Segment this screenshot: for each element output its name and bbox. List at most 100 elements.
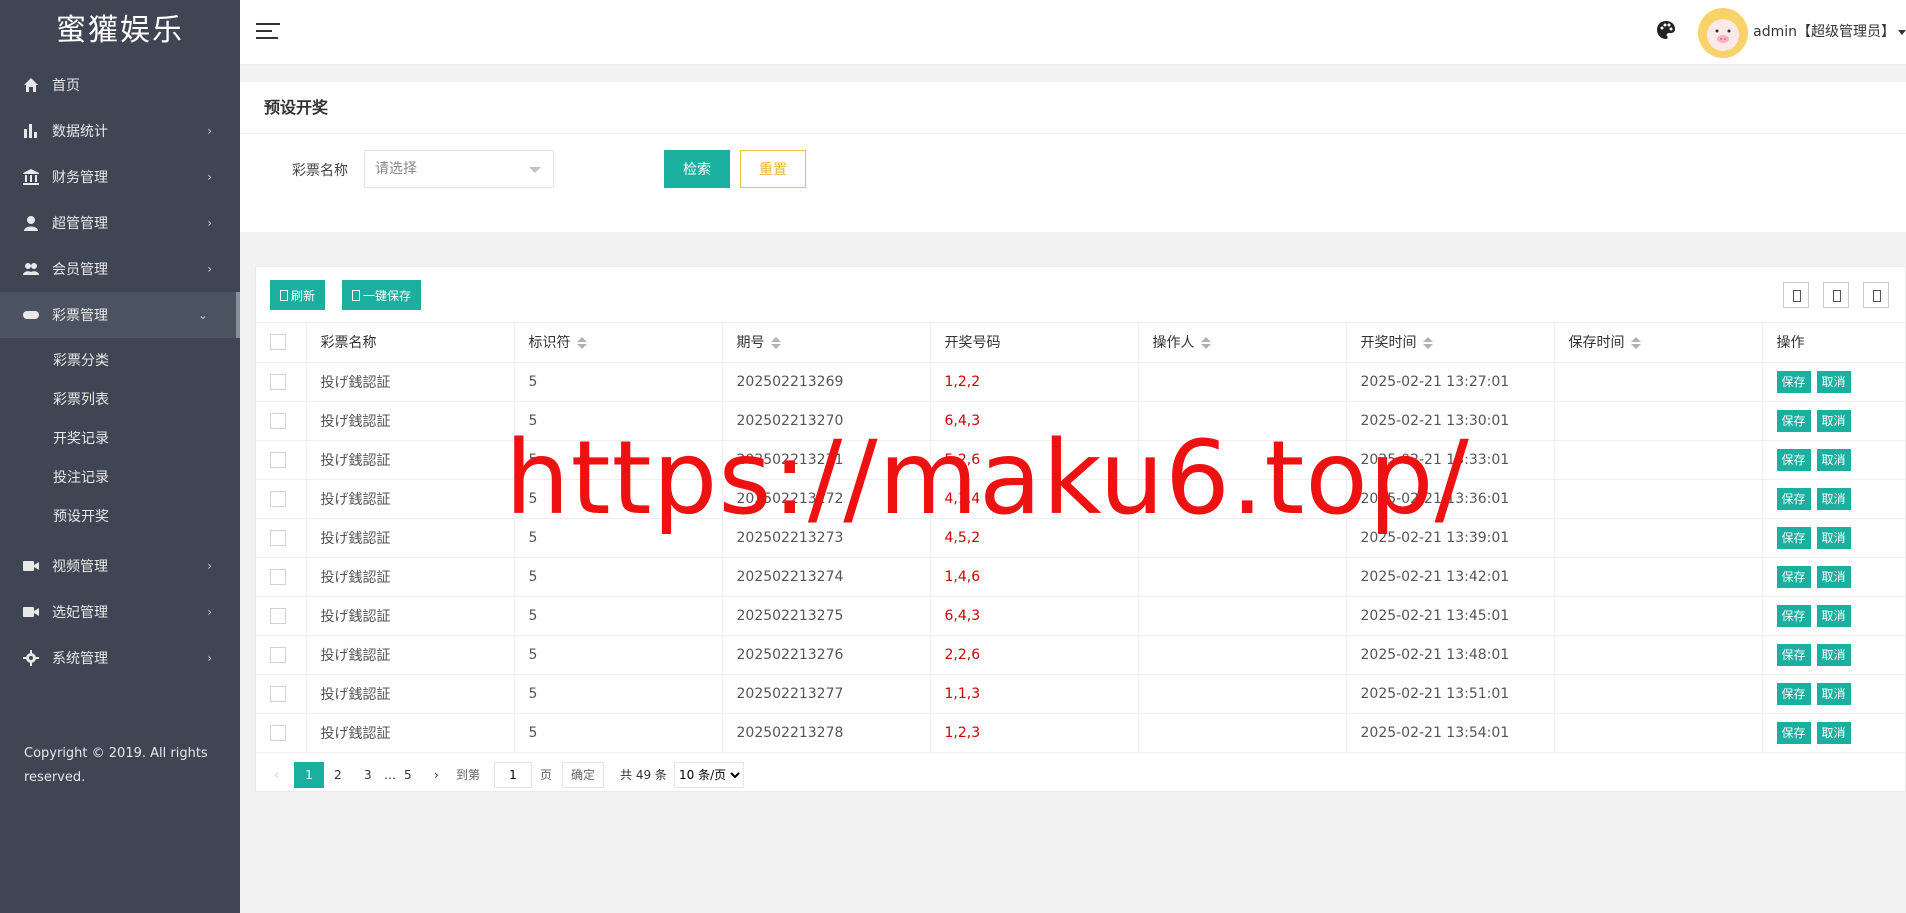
cell-draw-numbers[interactable]: 1,1,3 — [930, 674, 1139, 714]
row-save-button[interactable]: 保存 — [1776, 409, 1811, 432]
sidebar-item-selection[interactable]: 选妃管理 › — [0, 589, 240, 635]
row-checkbox[interactable] — [270, 529, 286, 546]
row-checkbox[interactable] — [270, 685, 286, 702]
sort-icon[interactable] — [770, 337, 781, 350]
user-icon — [22, 214, 40, 232]
goto-confirm-button[interactable]: 确定 — [562, 761, 605, 788]
cell-draw-numbers[interactable]: 6,4,3 — [930, 596, 1139, 636]
row-checkbox[interactable] — [270, 373, 286, 390]
row-checkbox[interactable] — [270, 646, 286, 663]
page-3[interactable]: 3 — [364, 762, 372, 788]
top-header: admin【超级管理员】 — [240, 0, 1906, 65]
sort-icon[interactable] — [576, 337, 587, 350]
lottery-submenu: 彩票分类 彩票列表 开奖记录 投注记录 预设开奖 — [0, 338, 240, 543]
sidebar-item-lottery[interactable]: 彩票管理 ⌄ — [0, 292, 240, 338]
sidebar-item-video[interactable]: 视频管理 › — [0, 543, 240, 589]
column-label: 操作 — [1776, 335, 1805, 352]
row-cancel-button[interactable]: 取消 — [1816, 721, 1851, 744]
lottery-name-select[interactable]: 请选择 — [364, 150, 554, 188]
page-2[interactable]: 2 — [334, 762, 342, 788]
row-save-button[interactable]: 保存 — [1776, 448, 1811, 471]
reset-button[interactable]: 重置 — [740, 150, 806, 188]
avatar[interactable] — [1698, 8, 1748, 58]
row-cancel-button[interactable]: 取消 — [1816, 643, 1851, 666]
sidebar-item-stats[interactable]: 数据统计 › — [0, 108, 240, 154]
page-size-select[interactable]: 10 条/页 — [674, 761, 744, 788]
row-save-button[interactable]: 保存 — [1776, 604, 1811, 627]
cell-draw-numbers[interactable]: 1,4,6 — [930, 557, 1139, 597]
submenu-lottery-category[interactable]: 彩票分类 — [0, 342, 240, 381]
save-all-button[interactable]: 一键保存 — [342, 280, 422, 310]
submenu-lottery-list[interactable]: 彩票列表 — [0, 381, 240, 420]
username: admin【超级管理员】 — [1753, 24, 1895, 40]
row-cancel-button[interactable]: 取消 — [1816, 370, 1851, 393]
row-cancel-button[interactable]: 取消 — [1816, 565, 1851, 588]
sidebar-item-home[interactable]: 首页 — [0, 62, 240, 108]
column-header[interactable]: 开奖时间 — [1346, 323, 1555, 363]
row-checkbox[interactable] — [270, 490, 286, 507]
row-cancel-button[interactable]: 取消 — [1816, 487, 1851, 510]
row-save-button[interactable]: 保存 — [1776, 643, 1811, 666]
columns-icon[interactable] — [1783, 282, 1809, 308]
row-save-button[interactable]: 保存 — [1776, 370, 1811, 393]
row-checkbox[interactable] — [270, 568, 286, 585]
submenu-draw-records[interactable]: 开奖记录 — [0, 420, 240, 459]
page-1[interactable]: 1 — [294, 761, 324, 788]
user-menu[interactable]: admin【超级管理员】 — [1753, 21, 1906, 41]
row-save-button[interactable]: 保存 — [1776, 526, 1811, 549]
cell-draw-numbers[interactable]: 2,2,6 — [930, 635, 1139, 675]
menu-toggle-icon[interactable] — [256, 20, 280, 44]
row-cancel-button[interactable]: 取消 — [1816, 604, 1851, 627]
row-cancel-button[interactable]: 取消 — [1816, 448, 1851, 471]
sidebar-item-admin[interactable]: 超管管理 › — [0, 200, 240, 246]
row-checkbox[interactable] — [270, 724, 286, 741]
submenu-bet-records[interactable]: 投注记录 — [0, 459, 240, 498]
prev-page-icon[interactable]: ‹ — [274, 762, 279, 788]
column-header: 彩票名称 — [306, 323, 515, 363]
row-save-button[interactable]: 保存 — [1776, 682, 1811, 705]
cell-lottery-name: 投げ銭認証 — [306, 362, 515, 402]
page-5[interactable]: 5 — [404, 762, 412, 788]
print-icon[interactable] — [1863, 282, 1889, 308]
column-label: 开奖号码 — [944, 335, 1001, 352]
row-checkbox[interactable] — [270, 607, 286, 624]
cell-save-time — [1554, 596, 1763, 636]
pagination: ‹ 1 2 3 … 5 › 到第 页 确定 共 49 条 10 条/页 — [256, 753, 1905, 793]
caret-down-icon — [1898, 29, 1906, 35]
next-page-icon[interactable]: › — [434, 762, 439, 788]
row-select-cell — [256, 440, 307, 480]
chevron-down-icon: ⌄ — [197, 308, 208, 322]
refresh-button[interactable]: 刷新 — [270, 280, 326, 310]
row-save-button[interactable]: 保存 — [1776, 487, 1811, 510]
row-checkbox[interactable] — [270, 412, 286, 429]
sidebar-item-members[interactable]: 会员管理 › — [0, 246, 240, 292]
page-unit-label: 页 — [540, 767, 553, 782]
column-header[interactable]: 期号 — [722, 323, 931, 363]
cell-draw-numbers[interactable]: 1,2,2 — [930, 362, 1139, 402]
column-header[interactable]: 操作人 — [1138, 323, 1347, 363]
column-label: 期号 — [736, 335, 765, 352]
row-cancel-button[interactable]: 取消 — [1816, 682, 1851, 705]
sort-icon[interactable] — [1422, 337, 1433, 350]
sidebar-item-system[interactable]: 系统管理 › — [0, 635, 240, 681]
export-icon[interactable] — [1823, 282, 1849, 308]
palette-icon[interactable] — [1656, 20, 1678, 42]
column-header[interactable]: 保存时间 — [1554, 323, 1763, 363]
copyright: Copyright © 2019. All rights reserved. — [24, 746, 208, 785]
row-checkbox[interactable] — [270, 451, 286, 468]
sidebar-item-finance[interactable]: 财务管理 › — [0, 154, 240, 200]
sort-icon[interactable] — [1630, 337, 1641, 350]
row-save-button[interactable]: 保存 — [1776, 721, 1811, 744]
column-header[interactable]: 标识符 — [514, 323, 723, 363]
row-cancel-button[interactable]: 取消 — [1816, 526, 1851, 549]
row-save-button[interactable]: 保存 — [1776, 565, 1811, 588]
search-button[interactable]: 检索 — [664, 150, 730, 188]
submenu-preset-draw[interactable]: 预设开奖 — [0, 498, 240, 537]
sidebar-item-label: 超管管理 — [52, 216, 108, 232]
sort-icon[interactable] — [1200, 337, 1211, 350]
goto-page-input[interactable] — [494, 761, 532, 788]
row-cancel-button[interactable]: 取消 — [1816, 409, 1851, 432]
cell-draw-numbers[interactable]: 1,2,3 — [930, 713, 1139, 753]
select-all-checkbox[interactable] — [270, 334, 286, 351]
row-select-cell — [256, 557, 307, 597]
